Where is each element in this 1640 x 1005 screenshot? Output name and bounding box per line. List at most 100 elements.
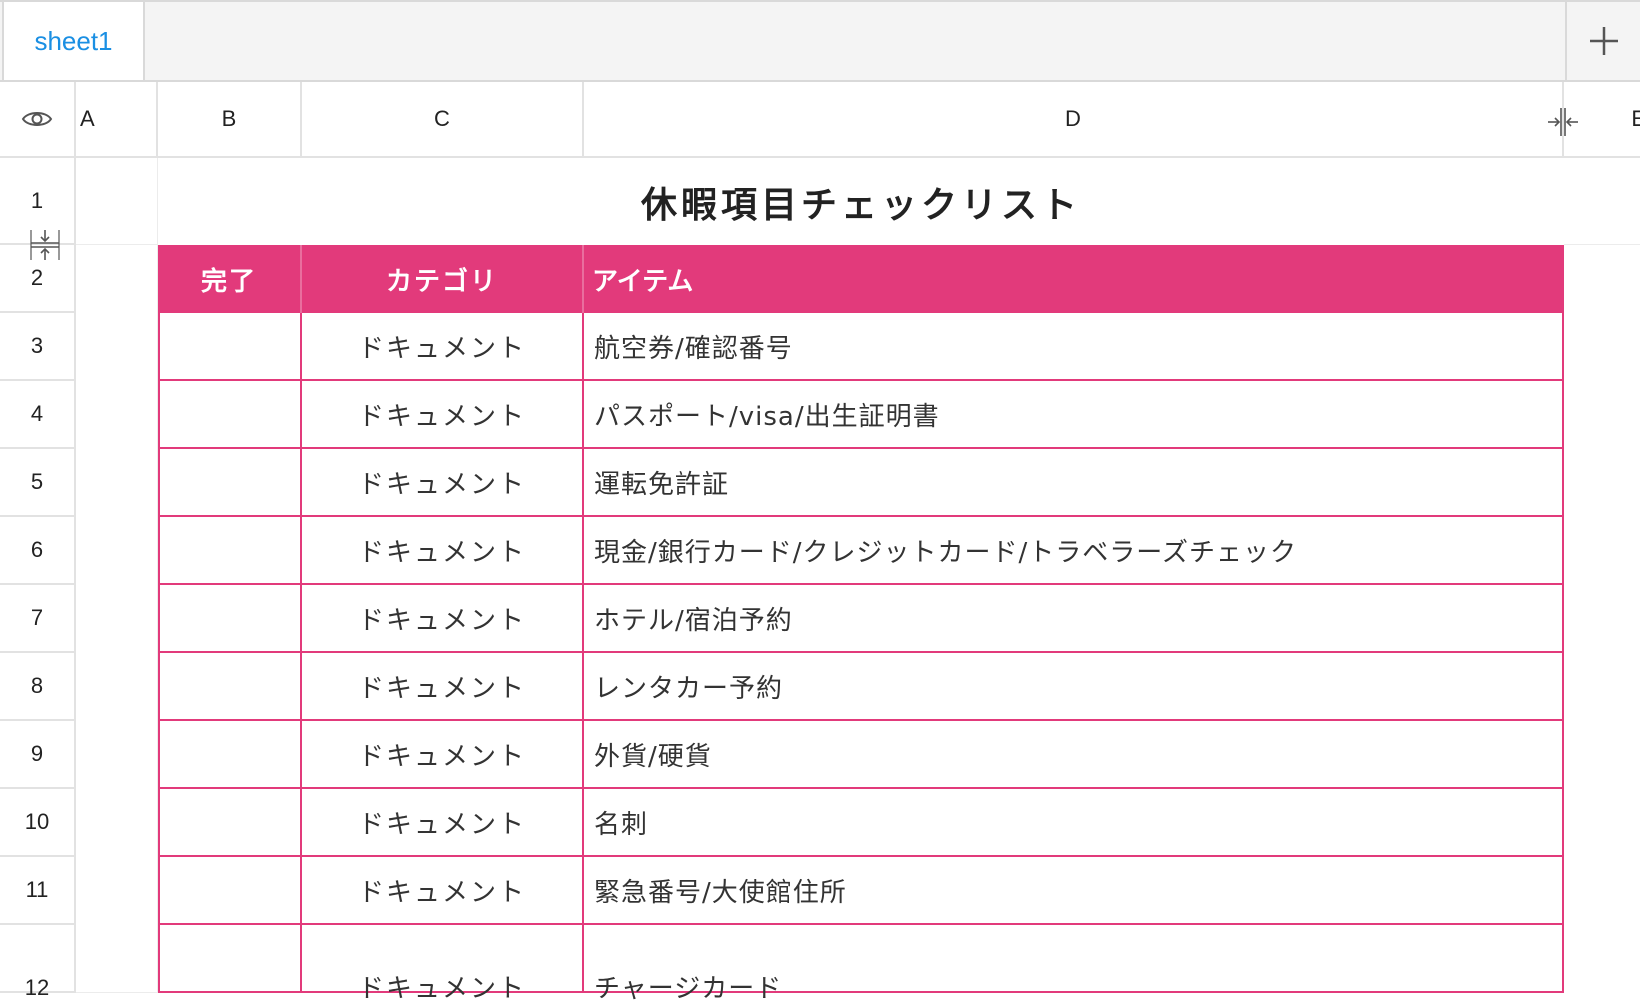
- row-label: 3: [30, 333, 44, 358]
- visibility-toggle[interactable]: [0, 82, 76, 158]
- table-row: ドキュメント チャージカード: [158, 925, 1564, 1004]
- row-header-3[interactable]: 3: [0, 313, 76, 381]
- category-text: ドキュメント: [357, 673, 526, 704]
- header-item[interactable]: アイテム: [584, 245, 1564, 313]
- category-text: ドキュメント: [357, 809, 526, 840]
- category-cell[interactable]: ドキュメント: [302, 925, 584, 1004]
- done-cell[interactable]: [158, 789, 302, 857]
- row-header-11[interactable]: 11: [0, 857, 76, 925]
- item-cell[interactable]: ホテル/宿泊予約: [584, 585, 1564, 653]
- category-cell[interactable]: ドキュメント: [302, 789, 584, 857]
- item-text: 航空券/確認番号: [594, 333, 793, 364]
- row-label: 9: [30, 741, 44, 766]
- item-cell[interactable]: 運転免許証: [584, 449, 1564, 517]
- row-header-7[interactable]: 7: [0, 585, 76, 653]
- row-label: 10: [24, 809, 50, 834]
- row-label: 4: [30, 401, 44, 426]
- row-header-10[interactable]: 10: [0, 789, 76, 857]
- category-cell[interactable]: ドキュメント: [302, 585, 584, 653]
- column-label: E: [1631, 106, 1640, 132]
- table-row: ドキュメント レンタカー予約: [158, 653, 1564, 721]
- item-cell[interactable]: 外貨/硬貨: [584, 721, 1564, 789]
- table-row: ドキュメント 外貨/硬貨: [158, 721, 1564, 789]
- item-text: レンタカー予約: [594, 673, 784, 704]
- column-header-d[interactable]: D: [584, 82, 1564, 158]
- category-text: ドキュメント: [357, 469, 526, 500]
- row-label: 12: [24, 975, 50, 1000]
- category-cell[interactable]: ドキュメント: [302, 449, 584, 517]
- item-cell[interactable]: 現金/銀行カード/クレジットカード/トラベラーズチェック: [584, 517, 1564, 585]
- collapse-columns-icon[interactable]: [1546, 106, 1580, 138]
- row-label: 5: [30, 469, 44, 494]
- item-cell[interactable]: チャージカード: [584, 925, 1564, 1004]
- tab-label: sheet1: [34, 25, 113, 56]
- done-cell[interactable]: [158, 381, 302, 449]
- category-cell[interactable]: ドキュメント: [302, 381, 584, 449]
- cell-a1[interactable]: [76, 158, 158, 245]
- row-label: 2: [30, 265, 44, 290]
- column-header-b[interactable]: B: [158, 82, 302, 158]
- header-label: カテゴリ: [385, 266, 498, 297]
- done-cell[interactable]: [158, 653, 302, 721]
- done-cell[interactable]: [158, 857, 302, 925]
- item-cell[interactable]: 名刺: [584, 789, 1564, 857]
- table-row: ドキュメント 運転免許証: [158, 449, 1564, 517]
- item-text: 名刺: [594, 809, 649, 840]
- column-a-cells[interactable]: [76, 245, 158, 993]
- done-cell[interactable]: [158, 449, 302, 517]
- item-text: パスポート/visa/出生証明書: [594, 401, 940, 432]
- category-cell[interactable]: ドキュメント: [302, 857, 584, 925]
- table-row: ドキュメント 緊急番号/大使館住所: [158, 857, 1564, 925]
- category-cell[interactable]: ドキュメント: [302, 517, 584, 585]
- header-category[interactable]: カテゴリ: [302, 245, 584, 313]
- table-row: ドキュメント 名刺: [158, 789, 1564, 857]
- add-sheet-button[interactable]: [1565, 2, 1640, 80]
- eye-icon: [21, 112, 53, 126]
- done-cell[interactable]: [158, 721, 302, 789]
- row-label: 11: [25, 877, 49, 902]
- plus-icon: [1589, 27, 1618, 55]
- category-text: ドキュメント: [357, 741, 526, 772]
- column-label: B: [221, 106, 237, 131]
- spreadsheet-grid: A B C D E 1 2 3 4 5 6 7 8 9 10 11 12: [0, 82, 1640, 1004]
- item-cell[interactable]: 緊急番号/大使館住所: [584, 857, 1564, 925]
- row-header-9[interactable]: 9: [0, 721, 76, 789]
- row-header-8[interactable]: 8: [0, 653, 76, 721]
- category-cell[interactable]: ドキュメント: [302, 313, 584, 381]
- done-cell[interactable]: [158, 925, 302, 993]
- item-text: 緊急番号/大使館住所: [594, 877, 847, 908]
- category-cell[interactable]: ドキュメント: [302, 653, 584, 721]
- table-row: ドキュメント 現金/銀行カード/クレジットカード/トラベラーズチェック: [158, 517, 1564, 585]
- header-done[interactable]: 完了: [158, 245, 302, 313]
- column-header-a[interactable]: A: [76, 82, 158, 158]
- row-header-6[interactable]: 6: [0, 517, 76, 585]
- category-text: ドキュメント: [357, 974, 526, 1004]
- item-cell[interactable]: レンタカー予約: [584, 653, 1564, 721]
- item-text: 現金/銀行カード/クレジットカード/トラベラーズチェック: [594, 537, 1297, 568]
- done-cell[interactable]: [158, 313, 302, 381]
- item-cell[interactable]: 航空券/確認番号: [584, 313, 1564, 381]
- header-label: 完了: [200, 266, 257, 297]
- column-e-cells[interactable]: [1564, 158, 1640, 245]
- category-cell[interactable]: ドキュメント: [302, 721, 584, 789]
- table-row: ドキュメント 航空券/確認番号: [158, 313, 1564, 381]
- collapse-rows-icon[interactable]: [29, 228, 61, 262]
- column-header-c[interactable]: C: [302, 82, 584, 158]
- done-cell[interactable]: [158, 517, 302, 585]
- sheet-title[interactable]: 休暇項目チェックリスト: [158, 158, 1564, 246]
- column-label: C: [434, 106, 450, 131]
- category-text: ドキュメント: [357, 537, 526, 568]
- done-cell[interactable]: [158, 585, 302, 653]
- row-header-5[interactable]: 5: [0, 449, 76, 517]
- table-row: ドキュメント パスポート/visa/出生証明書: [158, 381, 1564, 449]
- sheet-tab-bar: sheet1: [0, 0, 1640, 82]
- row-label: 6: [30, 537, 44, 562]
- tab-sheet1[interactable]: sheet1: [2, 2, 145, 80]
- row-label: 8: [30, 673, 44, 698]
- item-text: 外貨/硬貨: [594, 741, 712, 772]
- row-header-4[interactable]: 4: [0, 381, 76, 449]
- item-cell[interactable]: パスポート/visa/出生証明書: [584, 381, 1564, 449]
- row-label: 7: [30, 605, 44, 630]
- title-text: 休暇項目チェックリスト: [640, 184, 1081, 226]
- row-header-12[interactable]: 12: [0, 925, 76, 1000]
